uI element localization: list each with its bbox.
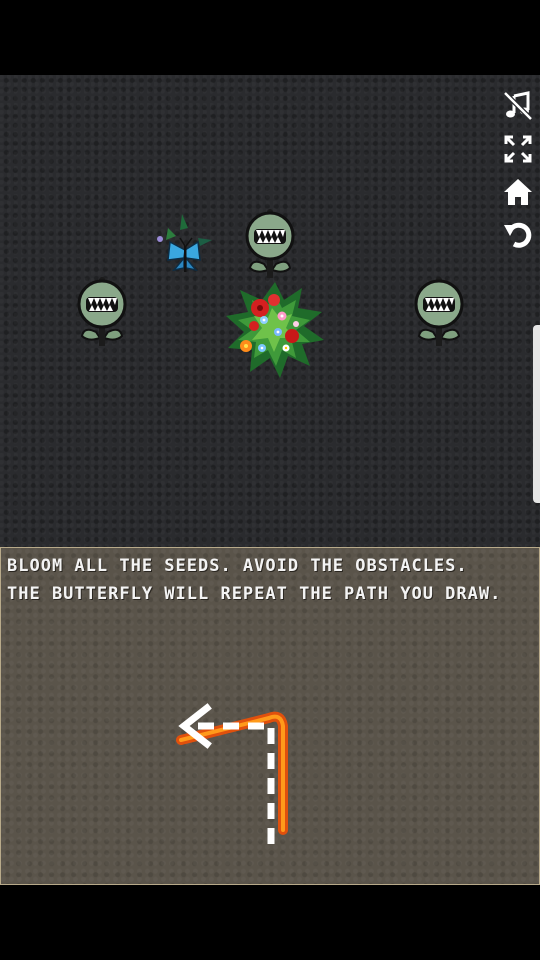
bottom-letterbox [0,885,540,960]
game-toolbar [498,86,538,258]
venus-flytrap-monster [414,277,464,346]
mute-music-button[interactable] [498,86,538,126]
top-letterbox [0,0,540,75]
fullscreen-icon [504,135,532,163]
restart-button[interactable] [498,215,538,255]
venus-flytrap-monster [245,209,295,278]
path-demo-animation [176,703,288,844]
venus-flytrap-monster [77,277,127,346]
home-button[interactable] [498,172,538,212]
instruction-panel: BLOOM ALL THE SEEDS. AVOID THE OBSTACLES… [0,547,540,885]
fullscreen-button[interactable] [498,129,538,169]
scroll-indicator[interactable] [533,325,540,503]
music-muted-icon [503,91,533,121]
home-icon [504,179,532,205]
butterfly-sprite [157,214,212,272]
restart-icon [504,222,532,248]
flower-bush [226,282,324,378]
